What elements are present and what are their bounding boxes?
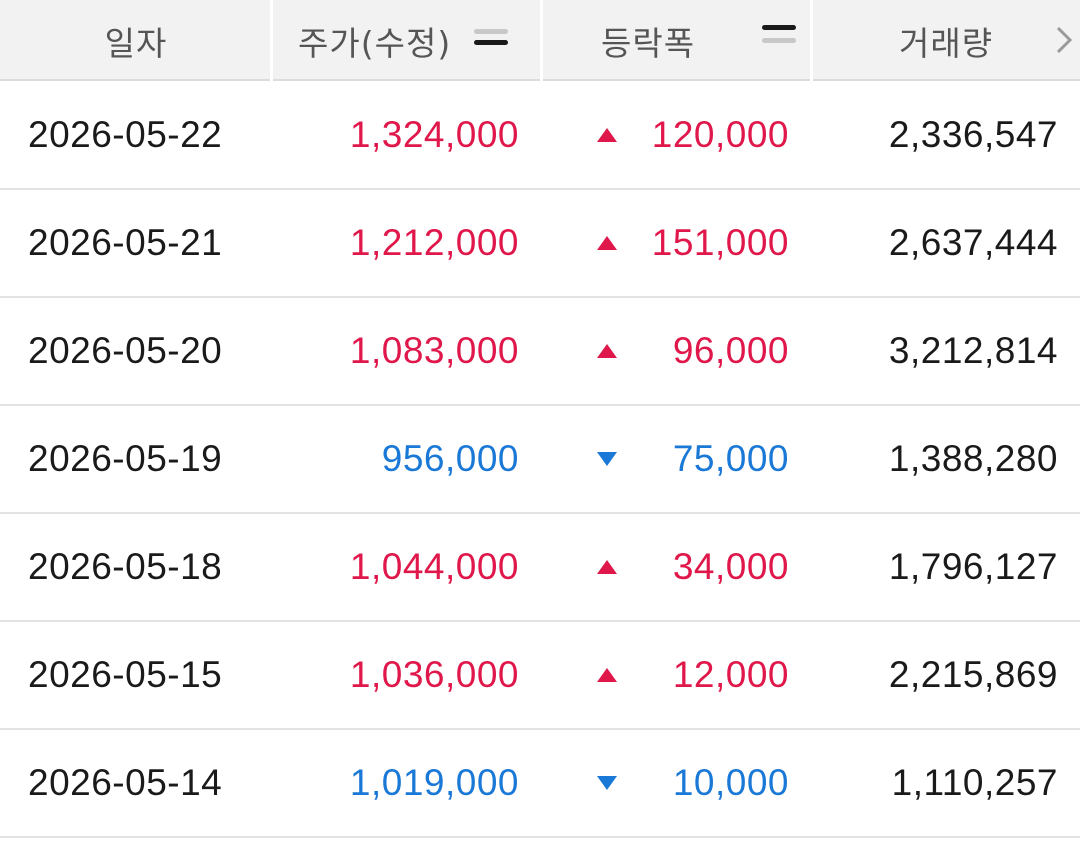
column-header-change-label: 등락폭 <box>601 23 696 63</box>
volume-cell: 1,110,257 <box>891 762 1058 803</box>
price-cell: 1,324,000 <box>349 114 519 155</box>
sort-icon[interactable] <box>474 29 508 53</box>
volume-cell: 3,212,814 <box>888 330 1058 371</box>
volume-cell: 2,336,547 <box>888 114 1058 155</box>
date-cell: 2026-05-21 <box>28 222 223 263</box>
change-cell: 34,000 <box>672 546 789 587</box>
change-cell: 120,000 <box>651 114 789 155</box>
volume-cell: 2,215,869 <box>888 654 1058 695</box>
down-triangle-icon <box>596 406 618 512</box>
table-row[interactable]: 2026-05-15 1,036,000 12,000 2,215,869 <box>0 622 1080 730</box>
table-row[interactable]: 2026-05-18 1,044,000 34,000 1,796,127 <box>0 514 1080 622</box>
up-triangle-icon <box>596 190 618 296</box>
price-cell: 956,000 <box>381 438 519 479</box>
change-cell: 96,000 <box>672 330 789 371</box>
column-header-volume[interactable]: 거래량 <box>813 0 1080 81</box>
table-header: 일자 주가(수정) 등락폭 거래량 <box>0 0 1080 81</box>
column-header-date[interactable]: 일자 <box>0 0 272 81</box>
date-cell: 2026-05-14 <box>28 762 223 803</box>
table-row[interactable]: 2026-05-14 1,019,000 10,000 1,110,257 <box>0 730 1080 838</box>
date-cell: 2026-05-15 <box>28 654 223 695</box>
column-header-price-label: 주가(수정) <box>298 23 452 63</box>
table-row[interactable]: 2026-05-19 956,000 75,000 1,388,280 <box>0 406 1080 514</box>
sort-icon[interactable] <box>762 25 796 49</box>
change-cell: 10,000 <box>672 762 789 803</box>
price-cell: 1,212,000 <box>349 222 519 263</box>
table-row[interactable]: 2026-05-22 1,324,000 120,000 2,336,547 <box>0 82 1080 190</box>
column-header-volume-label: 거래량 <box>899 23 994 63</box>
date-cell: 2026-05-22 <box>28 114 223 155</box>
volume-cell: 1,388,280 <box>888 438 1058 479</box>
down-triangle-icon <box>596 730 618 836</box>
price-cell: 1,044,000 <box>349 546 519 587</box>
change-cell: 151,000 <box>651 222 789 263</box>
table-row[interactable]: 2026-05-21 1,212,000 151,000 2,637,444 <box>0 190 1080 298</box>
change-cell: 12,000 <box>672 654 789 695</box>
up-triangle-icon <box>596 622 618 728</box>
up-triangle-icon <box>596 298 618 404</box>
volume-cell: 2,637,444 <box>888 222 1058 263</box>
chevron-right-icon[interactable] <box>1052 20 1076 60</box>
up-triangle-icon <box>596 514 618 620</box>
date-cell: 2026-05-19 <box>28 438 223 479</box>
date-cell: 2026-05-18 <box>28 546 223 587</box>
table-row[interactable]: 2026-05-20 1,083,000 96,000 3,212,814 <box>0 298 1080 406</box>
column-header-date-label: 일자 <box>104 23 168 63</box>
price-cell: 1,019,000 <box>349 762 519 803</box>
price-cell: 1,083,000 <box>349 330 519 371</box>
price-cell: 1,036,000 <box>349 654 519 695</box>
volume-cell: 1,796,127 <box>888 546 1058 587</box>
up-triangle-icon <box>596 82 618 188</box>
date-cell: 2026-05-20 <box>28 330 223 371</box>
change-cell: 75,000 <box>672 438 789 479</box>
